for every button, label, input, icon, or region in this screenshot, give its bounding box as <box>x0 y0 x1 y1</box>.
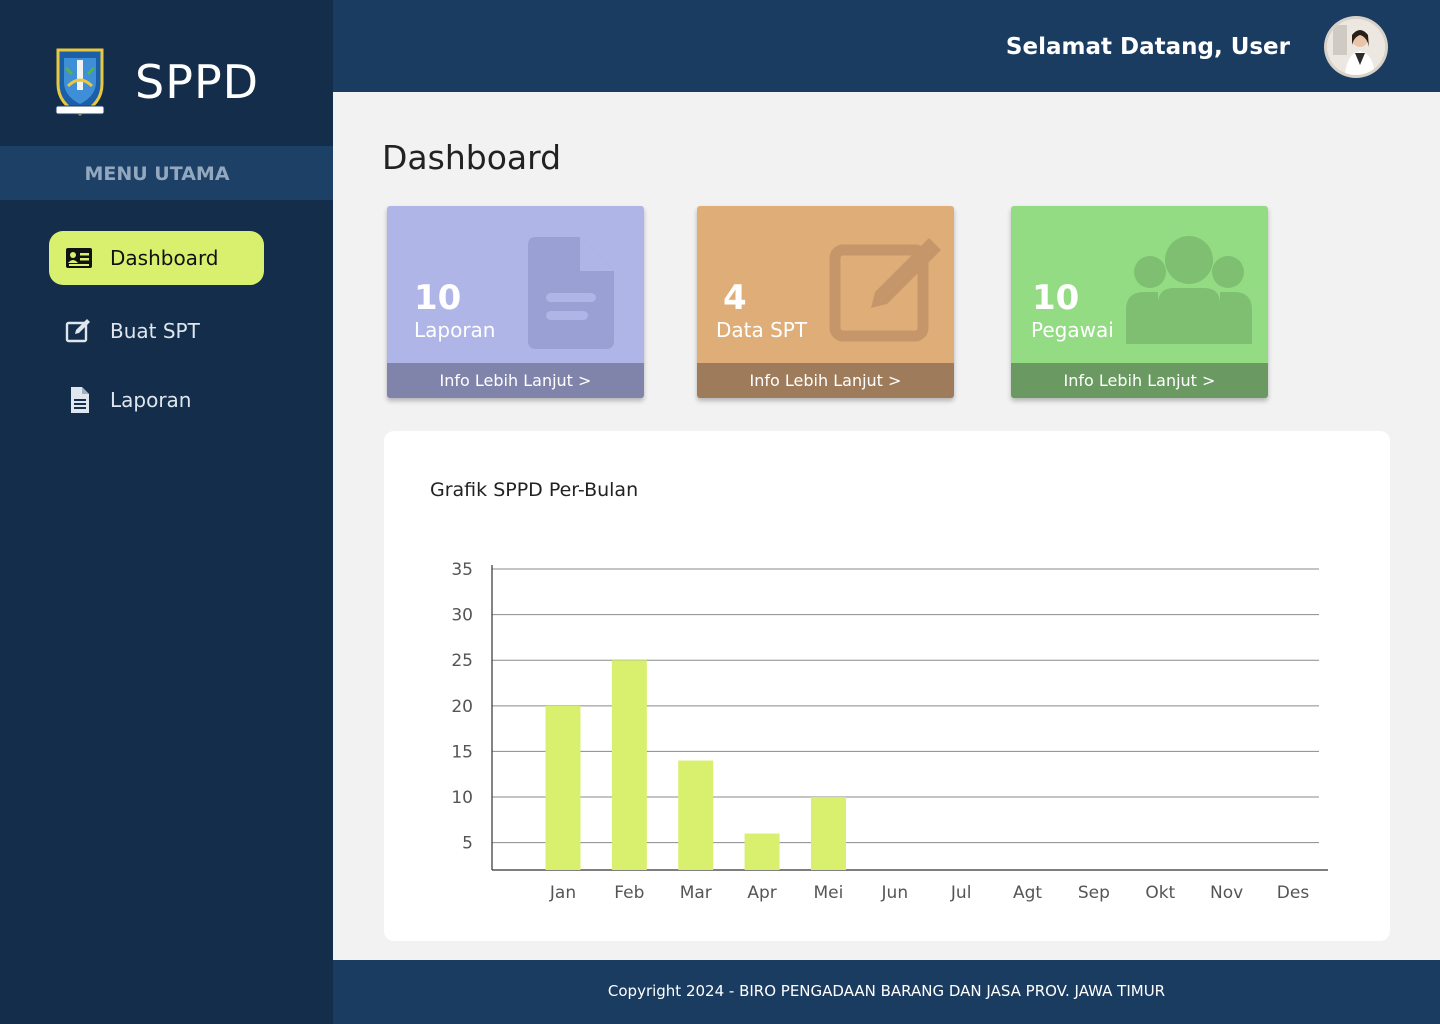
card-link-label: Info Lebih Lanjut > <box>749 371 902 390</box>
menu-heading-label: MENU UTAMA <box>84 163 230 185</box>
avatar[interactable] <box>1324 16 1388 78</box>
y-tick-label: 35 <box>451 560 473 580</box>
y-tick-label: 10 <box>451 788 473 808</box>
x-tick-label: Sep <box>1078 883 1110 903</box>
bar-jan <box>545 705 581 870</box>
welcome-message: Selamat Datang, User <box>1005 34 1290 60</box>
sidebar-item-dashboard[interactable]: Dashboard <box>49 231 264 285</box>
y-tick-label: 15 <box>451 742 473 762</box>
stat-card-data-spt: 4 Data SPT Info Lebih Lanjut > <box>697 206 954 398</box>
stat-card-laporan: 10 Laporan Info Lebih Lanjut > <box>387 206 644 398</box>
document-icon <box>528 237 614 349</box>
y-tick-label: 20 <box>451 697 473 717</box>
card-value: 10 <box>414 278 462 318</box>
card-link-label: Info Lebih Lanjut > <box>1063 371 1216 390</box>
stat-card-pegawai: 10 Pegawai Info Lebih Lanjut > <box>1011 206 1268 398</box>
x-tick-label: Agt <box>1013 883 1042 903</box>
card-label: Data SPT <box>716 318 808 342</box>
sidebar-item-label: Laporan <box>110 388 192 412</box>
edit-icon <box>65 319 90 343</box>
bar-feb <box>611 660 647 870</box>
copyright-text: Copyright 2024 - BIRO PENGADAAN BARANG D… <box>607 982 1166 1000</box>
page-title: Dashboard <box>382 138 562 177</box>
chart-panel: Grafik SPPD Per-Bulan 5 10 15 20 25 30 35 Jan Fe… <box>384 431 1390 941</box>
bar-chart: 5 10 15 20 25 30 35 Jan Feb Mar Apr Mei Jun Jul Agt Sep… <box>451 560 1328 903</box>
user-avatar-image <box>1327 19 1385 75</box>
x-tick-label: Jul <box>950 883 972 903</box>
app-title: SPPD <box>135 55 260 109</box>
sidebar-item-laporan[interactable]: Laporan <box>49 373 264 427</box>
sidebar-item-label: Dashboard <box>110 246 219 270</box>
card-value: 4 <box>723 278 747 318</box>
x-tick-label: Mei <box>814 883 844 903</box>
x-tick-label: Okt <box>1145 883 1175 903</box>
top-bar: Selamat Datang, User <box>333 0 1440 92</box>
users-icon <box>1126 236 1252 344</box>
card-more-info-link[interactable]: Info Lebih Lanjut > <box>387 363 644 398</box>
sidebar: SPPD MENU UTAMA Dashboard Buat SPT Lapor… <box>0 0 333 1024</box>
footer: Copyright 2024 - BIRO PENGADAAN BARANG D… <box>333 960 1440 1024</box>
bar-mar <box>678 760 714 870</box>
y-tick-label: 30 <box>451 606 473 626</box>
document-icon <box>71 387 89 413</box>
x-tick-label: Feb <box>614 883 644 903</box>
brand: SPPD <box>0 0 333 146</box>
bar-mei <box>810 797 846 870</box>
card-link-label: Info Lebih Lanjut > <box>439 371 592 390</box>
card-more-info-link[interactable]: Info Lebih Lanjut > <box>1011 363 1268 398</box>
x-tick-label: Mar <box>680 883 712 903</box>
menu-heading: MENU UTAMA <box>0 146 333 200</box>
province-emblem-logo <box>55 48 105 116</box>
card-label: Pegawai <box>1031 318 1114 342</box>
sidebar-item-label: Buat SPT <box>110 319 200 343</box>
sidebar-item-buat-spt[interactable]: Buat SPT <box>49 304 264 358</box>
x-tick-label: Des <box>1277 883 1310 903</box>
bar-apr <box>744 833 780 870</box>
card-more-info-link[interactable]: Info Lebih Lanjut > <box>697 363 954 398</box>
x-tick-label: Nov <box>1210 883 1243 903</box>
x-tick-label: Apr <box>747 883 776 903</box>
card-value: 10 <box>1032 278 1080 318</box>
card-label: Laporan <box>414 318 496 342</box>
y-tick-label: 25 <box>451 651 473 671</box>
edit-icon <box>829 238 941 342</box>
x-tick-label: Jan <box>549 883 576 903</box>
id-card-icon <box>66 248 92 268</box>
x-tick-label: Jun <box>881 883 909 903</box>
y-tick-label: 5 <box>462 834 473 854</box>
